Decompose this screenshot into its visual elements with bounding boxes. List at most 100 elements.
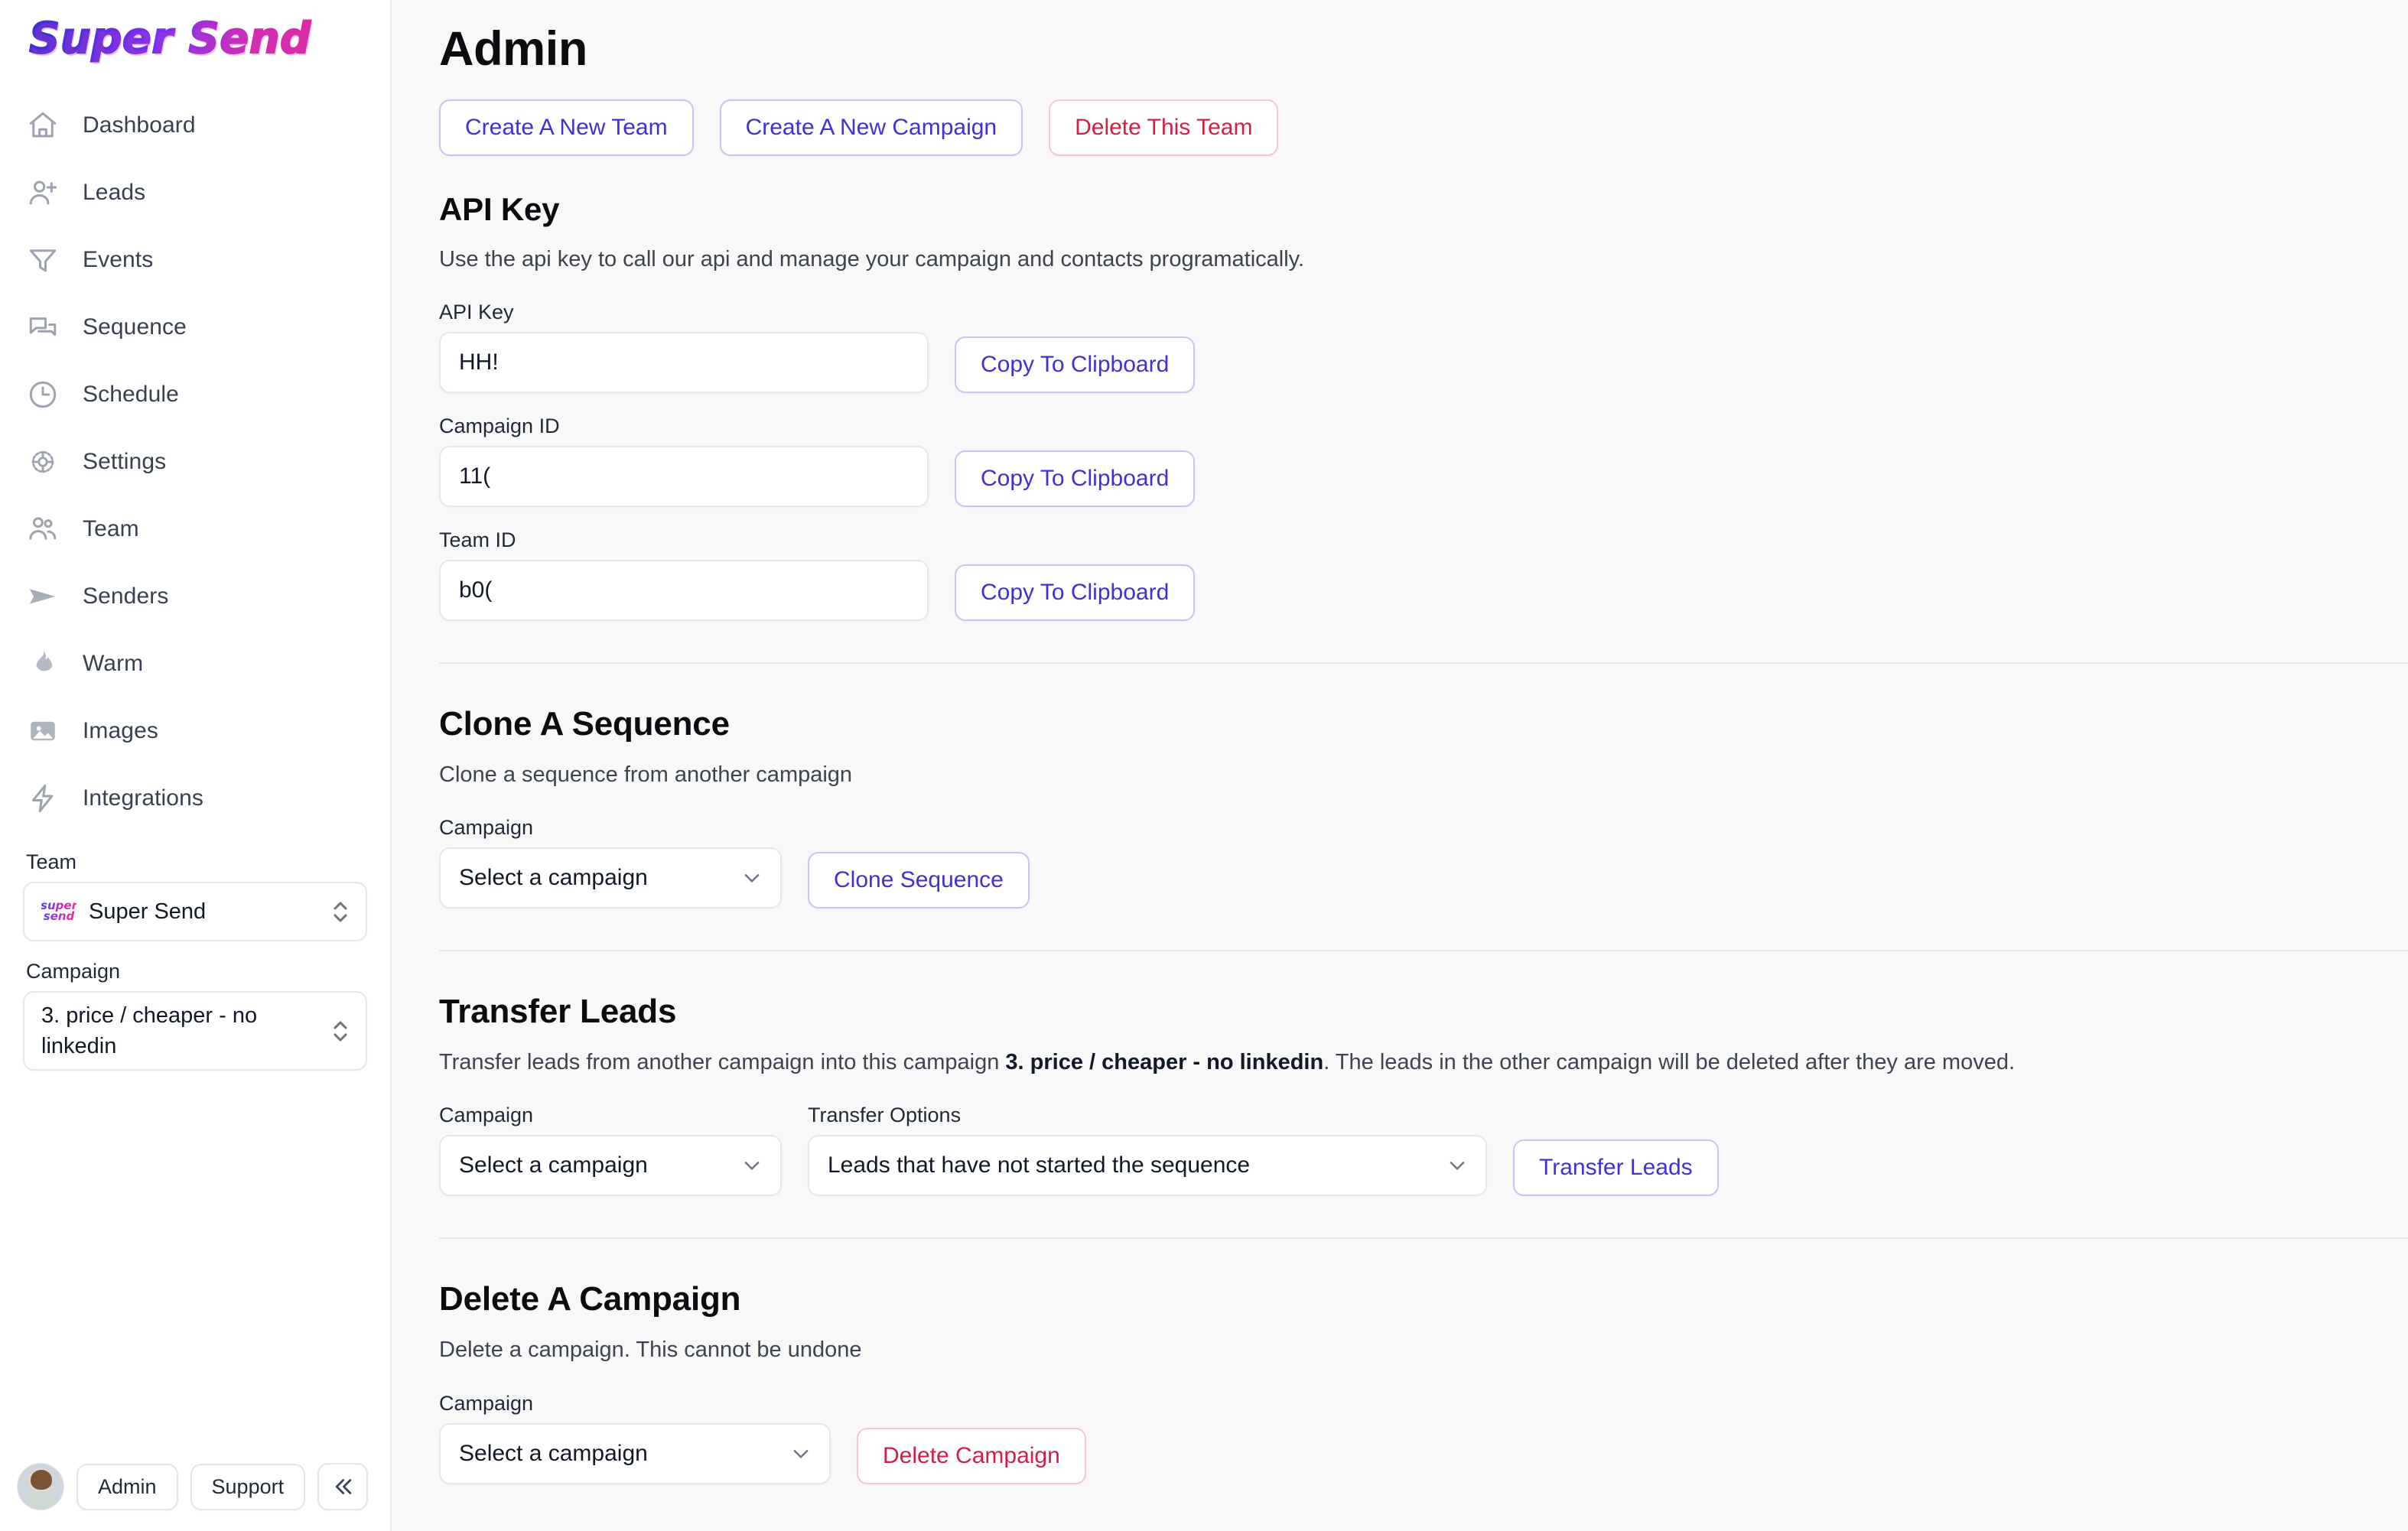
api-key-section-title: API Key xyxy=(439,191,560,227)
delete-campaign-label: Campaign xyxy=(439,1391,534,1415)
admin-button[interactable]: Admin xyxy=(76,1463,178,1510)
paper-plane-icon xyxy=(26,580,60,613)
sidebar: Super Send Dashboard Leads Events Sequen… xyxy=(0,0,392,1531)
campaign-id-input[interactable] xyxy=(439,446,929,508)
team-picker-value: Super Send xyxy=(89,899,207,924)
campaign-picker-value: 3. price / cheaper - no linkedin xyxy=(41,1003,258,1058)
clone-campaign-label: Campaign xyxy=(439,816,534,840)
transfer-leads-title: Transfer Leads xyxy=(439,993,677,1031)
team-id-input[interactable] xyxy=(439,560,929,622)
main-content: Admin Create A New Team Create A New Cam… xyxy=(392,0,2408,1531)
clone-sequence-button[interactable]: Clone Sequence xyxy=(808,852,1030,909)
transfer-leads-description: Transfer leads from another campaign int… xyxy=(439,1048,2408,1078)
chevron-up-down-icon xyxy=(330,1016,350,1046)
clone-sequence-title: Clone A Sequence xyxy=(439,705,730,743)
team-logo-badge: super send xyxy=(41,896,76,927)
clock-icon xyxy=(26,378,60,411)
delete-this-team-button[interactable]: Delete This Team xyxy=(1049,99,1279,156)
sidebar-item-label: Warm xyxy=(83,650,144,676)
lightning-bolt-icon xyxy=(26,782,60,815)
sidebar-item-label: Events xyxy=(83,246,154,272)
delete-campaign-title: Delete A Campaign xyxy=(439,1280,741,1318)
section-divider xyxy=(439,662,2408,665)
sidebar-footer: Admin Support xyxy=(0,1442,390,1531)
transfer-leads-controls: Campaign Select a campaign Transfer Opti… xyxy=(439,1104,2408,1197)
page-actions: Create A New Team Create A New Campaign … xyxy=(439,99,2408,156)
sidebar-item-dashboard[interactable]: Dashboard xyxy=(0,92,390,159)
clone-sequence-controls: Select a campaign Clone Sequence xyxy=(439,847,2408,909)
chevron-down-icon xyxy=(740,866,763,889)
team-id-field-label: Team ID xyxy=(439,528,516,552)
sidebar-item-events[interactable]: Events xyxy=(0,226,390,294)
sidebar-nav: Dashboard Leads Events Sequence Schedule… xyxy=(0,92,390,832)
sidebar-pickers: Team super send Super Send Campaign 3. p… xyxy=(0,850,390,1071)
sidebar-item-settings[interactable]: Settings xyxy=(0,428,390,496)
sidebar-item-sequence[interactable]: Sequence xyxy=(0,294,390,361)
delete-campaign-description: Delete a campaign. This cannot be undone xyxy=(439,1338,862,1363)
chat-bubbles-icon xyxy=(26,310,60,344)
users-icon xyxy=(26,512,60,546)
sidebar-item-label: Images xyxy=(83,717,158,743)
api-key-field-label: API Key xyxy=(439,301,514,324)
transfer-leads-button[interactable]: Transfer Leads xyxy=(1513,1139,1719,1197)
transfer-campaign-select-value: Select a campaign xyxy=(459,1152,648,1178)
campaign-id-field-label: Campaign ID xyxy=(439,414,560,438)
sidebar-item-label: Settings xyxy=(83,448,167,474)
campaign-picker-label: Campaign xyxy=(26,959,121,983)
section-divider xyxy=(439,1237,2408,1240)
app-root: Super Send Dashboard Leads Events Sequen… xyxy=(0,0,2408,1531)
chevron-double-left-icon xyxy=(330,1474,356,1500)
delete-campaign-section: Delete A Campaign Delete a campaign. Thi… xyxy=(392,1280,2408,1484)
sidebar-item-warm[interactable]: Warm xyxy=(0,630,390,697)
delete-campaign-button[interactable]: Delete Campaign xyxy=(857,1427,1086,1484)
create-new-team-button[interactable]: Create A New Team xyxy=(439,99,694,156)
app-logo[interactable]: Super Send xyxy=(28,15,390,63)
api-key-section-description: Use the api key to call our api and mana… xyxy=(439,247,1305,271)
sidebar-item-team[interactable]: Team xyxy=(0,496,390,563)
sidebar-item-senders[interactable]: Senders xyxy=(0,563,390,630)
chevron-down-icon xyxy=(740,1154,763,1177)
sidebar-item-label: Leads xyxy=(83,179,146,205)
campaign-id-field-row: Copy To Clipboard xyxy=(439,446,2408,508)
transfer-campaign-select[interactable]: Select a campaign xyxy=(439,1135,782,1197)
sidebar-item-label: Sequence xyxy=(83,314,187,340)
team-picker[interactable]: super send Super Send xyxy=(23,881,367,941)
sidebar-item-label: Schedule xyxy=(83,381,179,407)
team-id-field-row: Copy To Clipboard xyxy=(439,560,2408,622)
copy-api-key-button[interactable]: Copy To Clipboard xyxy=(955,336,1196,394)
sidebar-item-images[interactable]: Images xyxy=(0,697,390,765)
chevron-down-icon xyxy=(789,1442,812,1465)
sidebar-item-schedule[interactable]: Schedule xyxy=(0,361,390,428)
transfer-options-select-value: Leads that have not started the sequence xyxy=(828,1152,1251,1178)
chevron-down-icon xyxy=(1446,1154,1469,1177)
transfer-desc-after: . The leads in the other campaign will b… xyxy=(1323,1050,2016,1075)
home-icon xyxy=(26,109,60,142)
sidebar-item-label: Dashboard xyxy=(83,112,196,138)
transfer-campaign-label: Campaign xyxy=(439,1104,534,1127)
campaign-picker[interactable]: 3. price / cheaper - no linkedin xyxy=(23,990,367,1071)
sidebar-item-integrations[interactable]: Integrations xyxy=(0,765,390,832)
team-logo-badge-line2: send xyxy=(43,909,75,923)
clone-sequence-section: Clone A Sequence Clone a sequence from a… xyxy=(392,705,2408,909)
sidebar-item-leads[interactable]: Leads xyxy=(0,159,390,226)
sidebar-item-label: Integrations xyxy=(83,785,203,811)
avatar[interactable] xyxy=(17,1463,64,1510)
copy-team-id-button[interactable]: Copy To Clipboard xyxy=(955,564,1196,622)
campaign-id-field-group: Campaign ID Copy To Clipboard xyxy=(439,414,2408,508)
copy-campaign-id-button[interactable]: Copy To Clipboard xyxy=(955,450,1196,508)
collapse-sidebar-button[interactable] xyxy=(317,1463,369,1510)
funnel-icon xyxy=(26,243,60,277)
clone-campaign-select[interactable]: Select a campaign xyxy=(439,847,782,909)
transfer-options-select[interactable]: Leads that have not started the sequence xyxy=(808,1135,1487,1197)
delete-campaign-select[interactable]: Select a campaign xyxy=(439,1422,831,1484)
api-key-section: API Key Use the api key to call our api … xyxy=(392,191,2408,622)
api-key-input[interactable] xyxy=(439,332,929,394)
page-title: Admin xyxy=(439,22,587,76)
sidebar-item-label: Team xyxy=(83,515,139,541)
user-plus-icon xyxy=(26,176,60,210)
support-button[interactable]: Support xyxy=(190,1463,306,1510)
delete-campaign-select-value: Select a campaign xyxy=(459,1440,648,1466)
create-new-campaign-button[interactable]: Create A New Campaign xyxy=(719,99,1023,156)
api-key-field-group: API Key Copy To Clipboard xyxy=(439,301,2408,394)
transfer-leads-section: Transfer Leads Transfer leads from anoth… xyxy=(392,993,2408,1197)
